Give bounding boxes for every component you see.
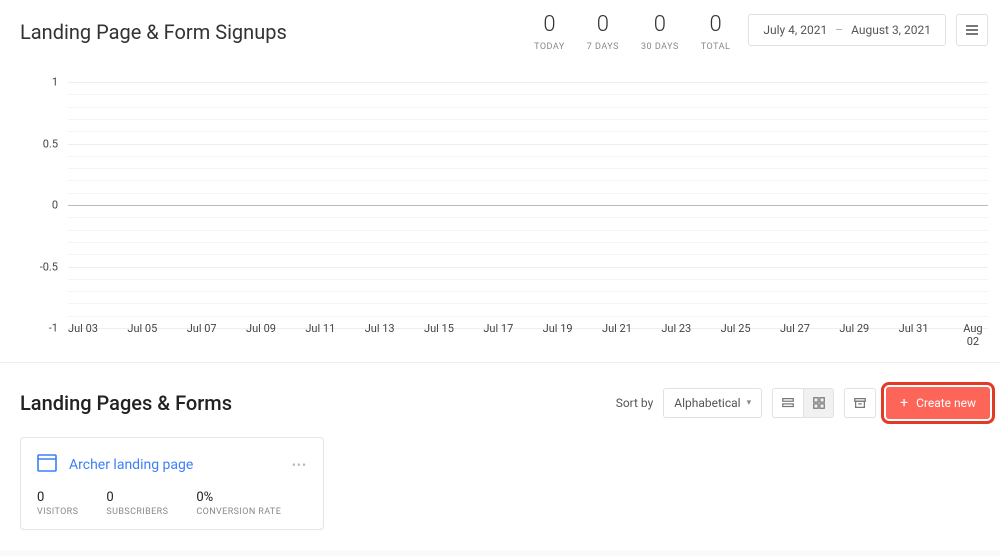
chart-y-axis: 1 0.5 0 -0.5 -1 [20,82,64,328]
x-tick: Jul 07 [187,322,217,352]
archive-button-group [844,388,876,418]
grid-view-icon [812,396,826,410]
card-stat-label: CONVERSION RATE [196,507,281,517]
plus-icon: + [900,396,908,410]
x-tick: Jul 03 [68,322,98,352]
card-stat-label: SUBSCRIBERS [106,507,168,517]
chart-grid [68,82,988,328]
x-tick: Jul 09 [246,322,276,352]
stat-label: TOTAL [701,42,731,52]
date-range-end: August 3, 2021 [851,23,931,37]
list-header: Landing Pages & Forms Sort by Alphabetic… [0,363,1000,437]
y-tick: 1 [52,76,58,89]
date-range-separator: – [835,23,843,37]
card-stat-visitors: 0 VISITORS [37,490,78,517]
menu-button[interactable] [956,14,988,46]
y-tick: -0.5 [40,260,58,273]
card-stat-conversion: 0% CONVERSION RATE [196,490,281,517]
archive-button[interactable] [845,389,875,417]
x-tick: Jul 27 [780,322,810,352]
stat-value: 0 [641,14,679,36]
stat-label: TODAY [534,42,565,52]
x-tick: Jul 31 [899,322,929,352]
create-new-label: Create new [916,396,976,410]
x-tick: Jul 05 [127,322,157,352]
sort-select[interactable]: Alphabetical ▾ [663,388,762,418]
view-list-button[interactable] [773,389,803,417]
landing-page-card[interactable]: Archer landing page ••• 0 VISITORS 0 SUB… [20,437,324,530]
summary-stats: 0 TODAY 0 7 DAYS 0 30 DAYS 0 TOTAL [534,14,730,52]
x-tick: Jul 13 [365,322,395,352]
y-tick: 0.5 [43,137,58,150]
date-range-start: July 4, 2021 [763,23,827,37]
x-tick: Aug 02 [958,322,988,352]
stat-7days: 0 7 DAYS [587,14,619,52]
stat-today: 0 TODAY [534,14,565,52]
view-grid-button[interactable] [803,389,833,417]
list-title: Landing Pages & Forms [20,391,232,415]
date-range-picker[interactable]: July 4, 2021 – August 3, 2021 [748,14,946,46]
sort-by-label: Sort by [616,396,654,410]
card-title: Archer landing page [69,457,280,473]
x-tick: Jul 29 [839,322,869,352]
cards-area: Archer landing page ••• 0 VISITORS 0 SUB… [0,437,1000,550]
x-tick: Jul 19 [543,322,573,352]
card-stat-value: 0 [106,490,168,505]
stat-value: 0 [534,14,565,36]
x-tick: Jul 11 [305,322,335,352]
page-title: Landing Page & Form Signups [20,20,287,44]
sort-selected-value: Alphabetical [674,396,740,410]
header: Landing Page & Form Signups 0 TODAY 0 7 … [0,0,1000,52]
card-stat-subscribers: 0 SUBSCRIBERS [106,490,168,517]
archive-icon [853,396,867,410]
x-tick: Jul 25 [721,322,751,352]
stat-value: 0 [701,14,731,36]
stat-total: 0 TOTAL [701,14,731,52]
x-tick: Jul 15 [424,322,454,352]
create-new-button[interactable]: + Create new [886,387,990,419]
landing-page-icon [37,454,57,476]
y-tick: -1 [49,322,58,335]
card-stat-value: 0 [37,490,78,505]
stat-value: 0 [587,14,619,36]
chart-x-axis: Jul 03 Jul 05 Jul 07 Jul 09 Jul 11 Jul 13 Jul … [68,322,988,352]
x-tick: Jul 23 [661,322,691,352]
y-tick: 0 [52,199,58,212]
stat-label: 30 DAYS [641,42,679,52]
hamburger-icon [965,24,979,36]
x-tick: Jul 17 [483,322,513,352]
card-menu-button[interactable]: ••• [292,458,307,472]
stat-30days: 0 30 DAYS [641,14,679,52]
card-stats: 0 VISITORS 0 SUBSCRIBERS 0% CONVERSION R… [37,490,307,517]
card-stat-value: 0% [196,490,281,505]
signups-chart: 1 0.5 0 -0.5 -1 [0,52,1000,362]
view-toggle-group [772,388,834,418]
x-tick: Jul 21 [602,322,632,352]
card-stat-label: VISITORS [37,507,78,517]
stat-label: 7 DAYS [587,42,619,52]
chevron-down-icon: ▾ [747,398,752,408]
list-view-icon [781,396,795,410]
